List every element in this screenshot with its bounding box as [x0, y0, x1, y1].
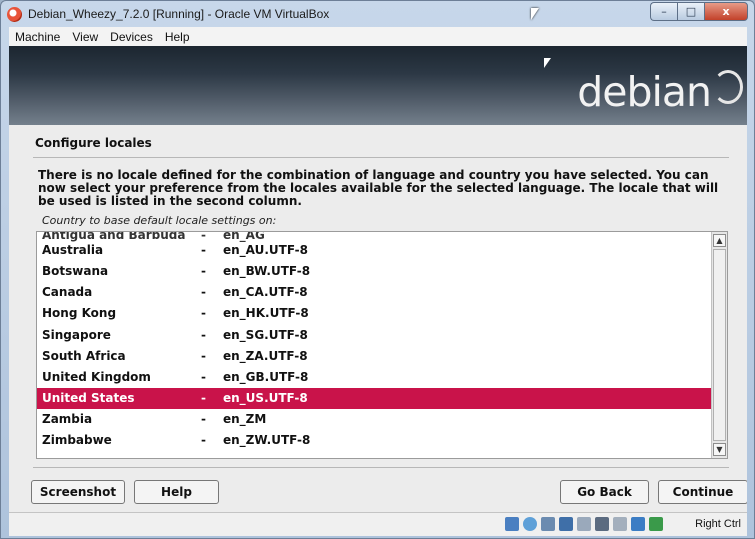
country-name: Zambia: [42, 412, 93, 426]
separator: -: [201, 391, 206, 405]
debian-banner: debian: [9, 46, 747, 125]
menu-help[interactable]: Help: [159, 30, 196, 44]
title-divider: [33, 157, 729, 158]
list-prompt: Country to base default locale settings …: [42, 214, 277, 227]
help-button[interactable]: Help: [134, 480, 219, 504]
title-bar[interactable]: Debian_Wheezy_7.2.0 [Running] - Oracle V…: [1, 1, 754, 27]
status-icons: [505, 517, 663, 531]
country-name: United States: [42, 391, 135, 405]
scroll-down-icon[interactable]: ▼: [713, 443, 726, 456]
buttons-divider: [33, 467, 729, 468]
separator: -: [201, 328, 206, 342]
country-name: Australia: [42, 243, 104, 257]
country-name: Botswana: [42, 264, 109, 278]
separator: -: [201, 349, 206, 363]
menu-machine[interactable]: Machine: [9, 30, 66, 44]
list-item[interactable]: Botswana - en_BW.UTF-8: [37, 261, 711, 282]
country-name: United Kingdom: [42, 370, 151, 384]
locale-code: en_BW.UTF-8: [223, 264, 311, 278]
window-controls: – □ x: [650, 2, 748, 21]
shared-folders-icon[interactable]: [577, 517, 591, 531]
locale-list[interactable]: Antigua and Barbuda - en_AG Australia - …: [36, 231, 728, 459]
list-item[interactable]: Australia - en_AU.UTF-8: [37, 240, 711, 261]
virtualbox-window: Debian_Wheezy_7.2.0 [Running] - Oracle V…: [0, 0, 755, 539]
network-icon[interactable]: [559, 517, 573, 531]
list-item-selected[interactable]: United States - en_US.UTF-8: [37, 388, 711, 409]
list-item[interactable]: Singapore - en_SG.UTF-8: [37, 325, 711, 346]
host-key-label: Right Ctrl: [695, 518, 741, 530]
guest-mouse-pointer-icon: [544, 58, 551, 68]
list-item[interactable]: United Kingdom - en_GB.UTF-8: [37, 367, 711, 388]
list-scrollbar[interactable]: ▲ ▼: [711, 232, 727, 458]
mouse-integration-icon[interactable]: [631, 517, 645, 531]
country-name: Hong Kong: [42, 306, 117, 320]
locale-code: en_US.UTF-8: [223, 391, 308, 405]
separator: -: [201, 243, 206, 257]
locale-code: en_ZM: [223, 412, 267, 426]
guest-screen[interactable]: debian Configure locales There is no loc…: [9, 46, 747, 512]
separator: -: [201, 285, 206, 299]
list-item[interactable]: Canada - en_CA.UTF-8: [37, 282, 711, 303]
screenshot-button[interactable]: Screenshot: [31, 480, 125, 504]
locale-code: en_SG.UTF-8: [223, 328, 308, 342]
video-capture-icon[interactable]: [613, 517, 627, 531]
list-item[interactable]: Zambia - en_ZM: [37, 409, 711, 430]
locale-code: en_ZW.UTF-8: [223, 433, 311, 447]
separator: -: [201, 412, 206, 426]
locale-code: en_HK.UTF-8: [223, 306, 309, 320]
menu-bar: Machine View Devices Help: [9, 27, 747, 46]
menu-view[interactable]: View: [66, 30, 104, 44]
close-button[interactable]: x: [704, 2, 748, 21]
country-name: Canada: [42, 285, 93, 299]
menu-devices[interactable]: Devices: [104, 30, 159, 44]
continue-button[interactable]: Continue: [658, 480, 747, 504]
usb-icon[interactable]: [541, 517, 555, 531]
display-icon[interactable]: [595, 517, 609, 531]
scroll-thumb[interactable]: [713, 249, 726, 441]
page-title: Configure locales: [35, 136, 152, 150]
country-name: Zimbabwe: [42, 433, 112, 447]
virtualbox-app-icon: [7, 7, 22, 22]
keyboard-capture-icon[interactable]: [649, 517, 663, 531]
scroll-up-icon[interactable]: ▲: [713, 234, 726, 247]
optical-drive-icon[interactable]: [523, 517, 537, 531]
country-name: South Africa: [42, 349, 126, 363]
separator: -: [201, 370, 206, 384]
debian-logo: debian: [577, 68, 712, 116]
locale-code: en_AU.UTF-8: [223, 243, 308, 257]
description-text: There is no locale defined for the combi…: [38, 168, 719, 208]
separator: -: [201, 306, 206, 320]
separator: -: [201, 433, 206, 447]
locale-code: en_ZA.UTF-8: [223, 349, 308, 363]
debian-swirl-icon: [713, 70, 743, 104]
window-title: Debian_Wheezy_7.2.0 [Running] - Oracle V…: [28, 7, 330, 21]
list-item[interactable]: Hong Kong - en_HK.UTF-8: [37, 303, 711, 324]
list-item[interactable]: South Africa - en_ZA.UTF-8: [37, 346, 711, 367]
status-bar: Right Ctrl: [9, 512, 747, 536]
mouse-pointer-icon: [531, 8, 539, 20]
minimize-button[interactable]: –: [650, 2, 677, 21]
maximize-button[interactable]: □: [677, 2, 704, 21]
separator: -: [201, 264, 206, 278]
locale-code: en_GB.UTF-8: [223, 370, 309, 384]
list-item[interactable]: Zimbabwe - en_ZW.UTF-8: [37, 430, 711, 451]
hard-disk-icon[interactable]: [505, 517, 519, 531]
locale-code: en_CA.UTF-8: [223, 285, 308, 299]
go-back-button[interactable]: Go Back: [560, 480, 649, 504]
country-name: Singapore: [42, 328, 111, 342]
